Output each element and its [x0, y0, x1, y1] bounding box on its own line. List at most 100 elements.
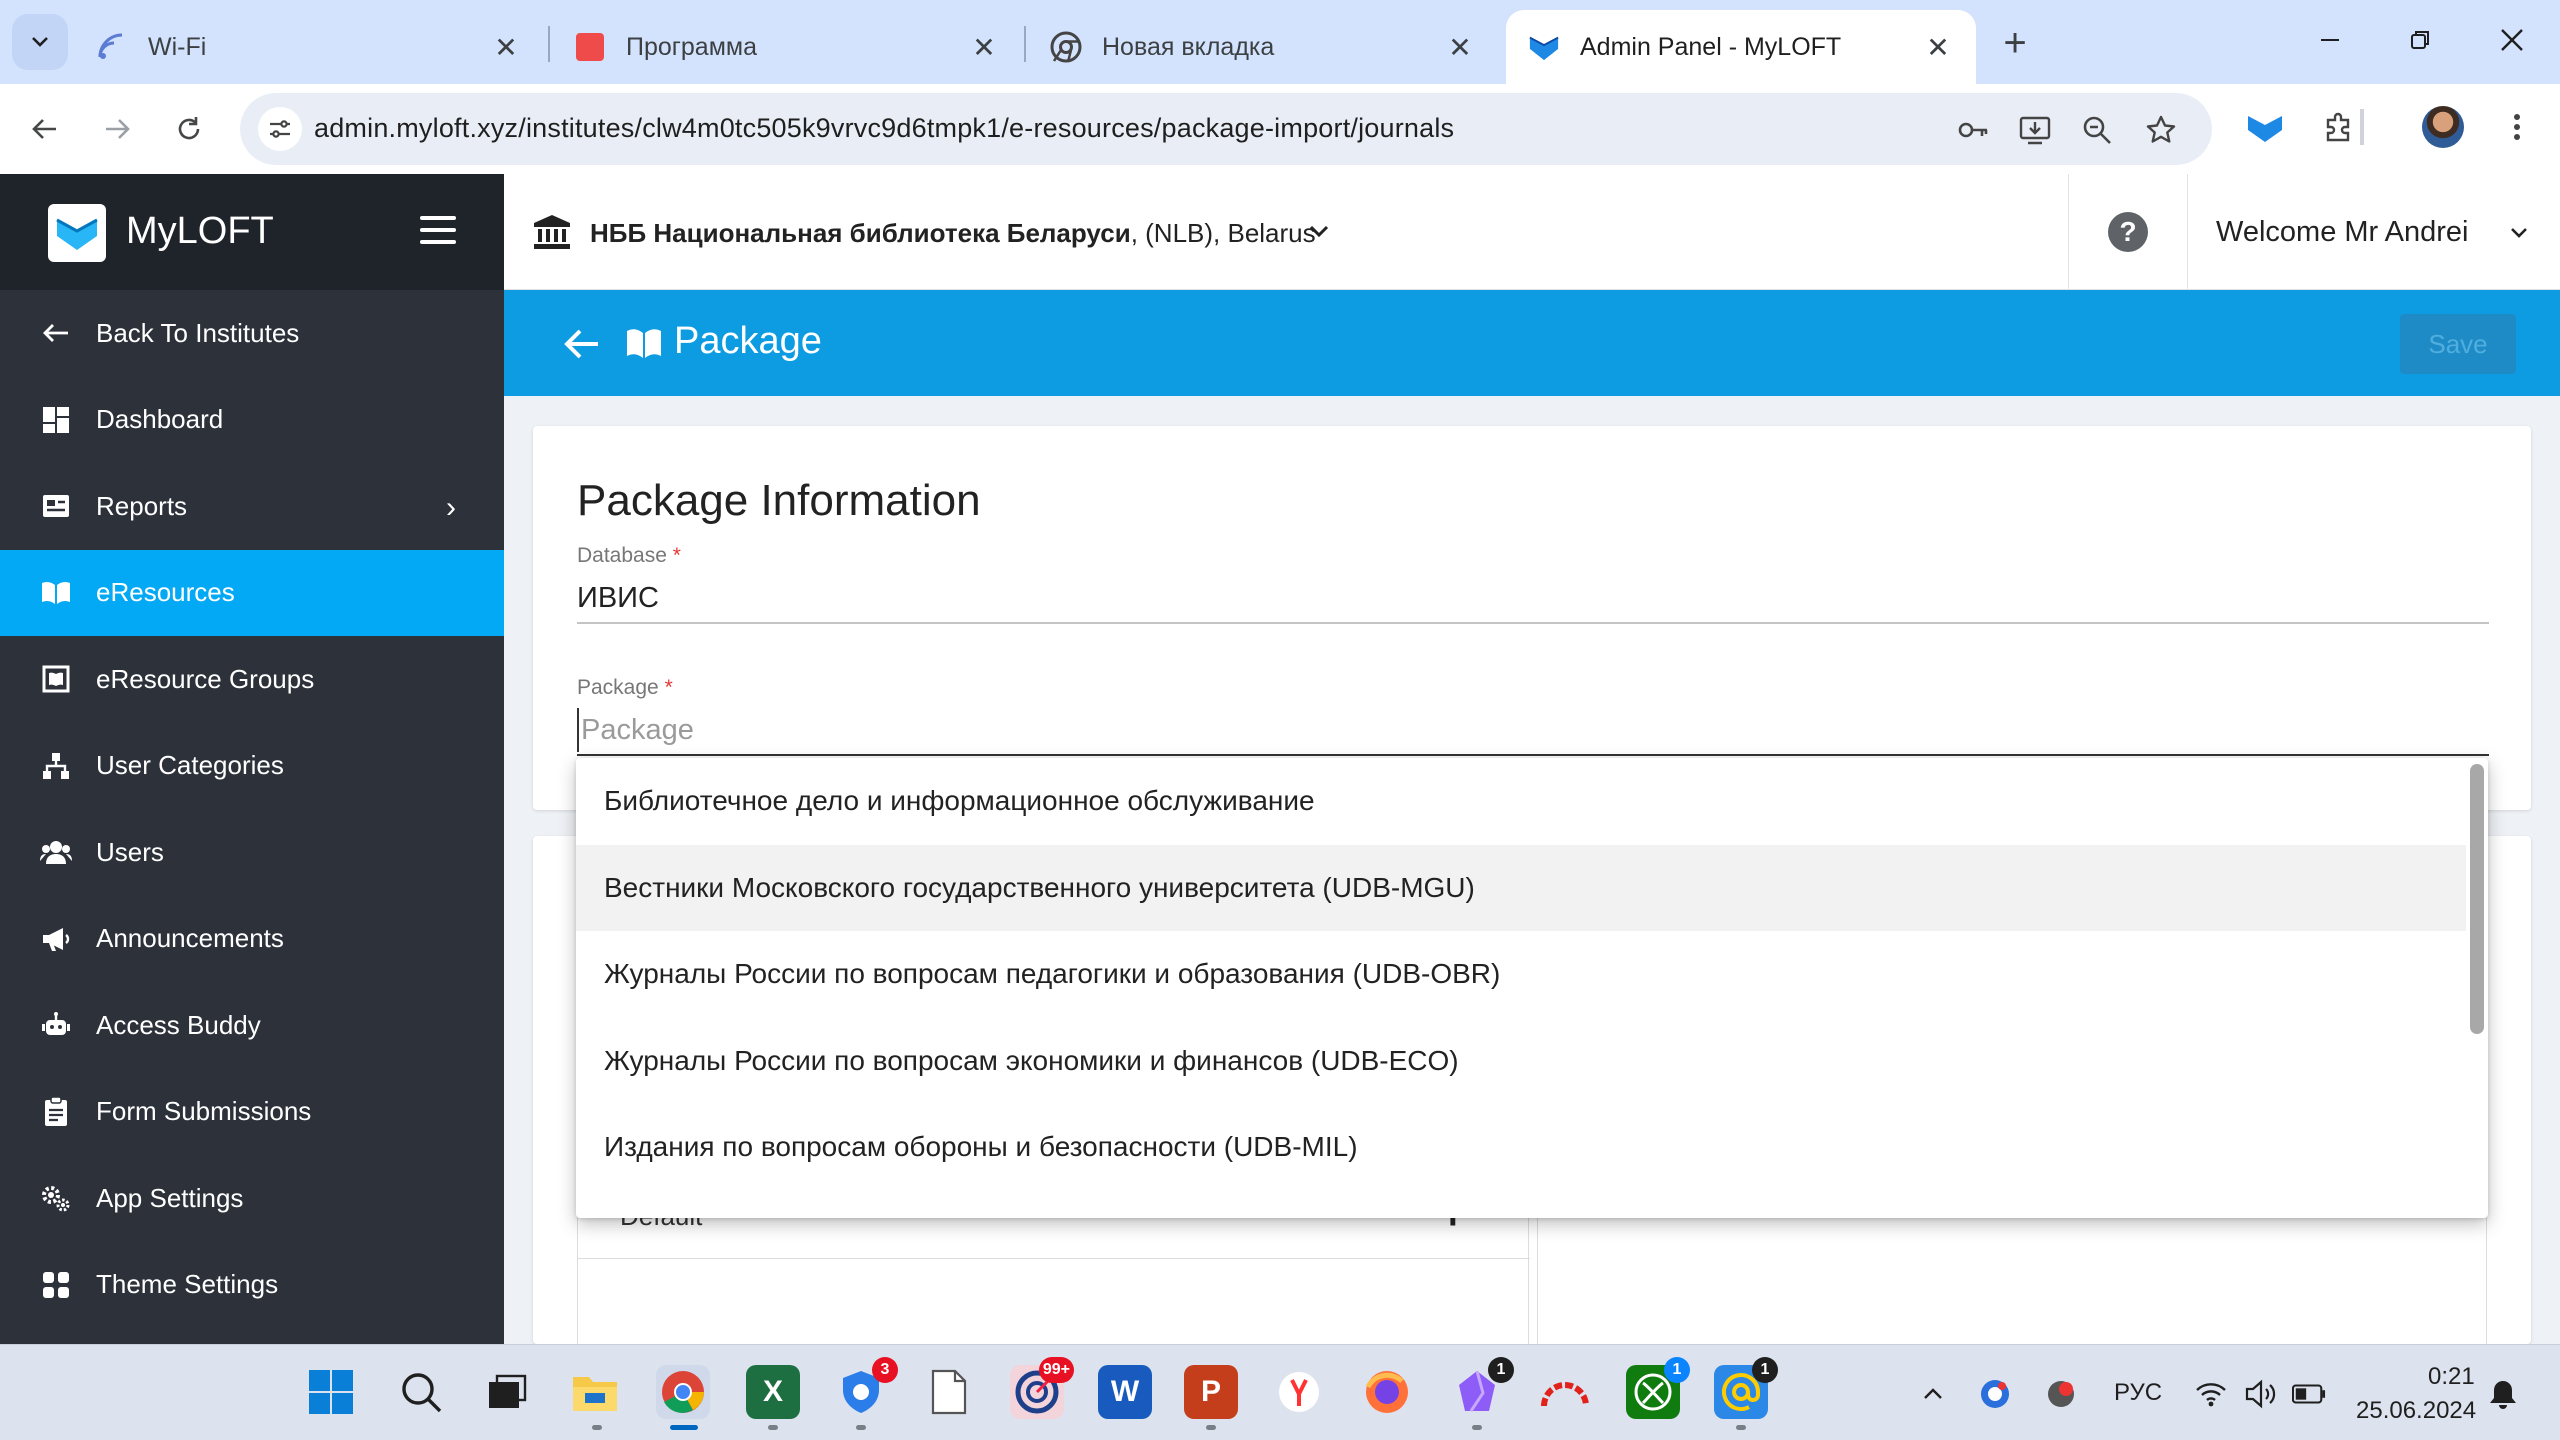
reload-button[interactable] — [164, 104, 214, 154]
package-input[interactable] — [577, 708, 2477, 752]
wifi-icon — [96, 31, 128, 63]
kebab-menu-icon[interactable] — [2494, 104, 2540, 150]
dropdown-option[interactable]: Вестники Московского государственного ун… — [576, 844, 2466, 931]
sidebar-item-dashboard[interactable]: Dashboard — [0, 377, 504, 464]
sidebar-item-label: eResources — [96, 577, 235, 608]
clock-time[interactable]: 0:21 — [2428, 1363, 2475, 1391]
language-indicator[interactable]: РУС — [2114, 1379, 2162, 1407]
search-icon[interactable] — [394, 1365, 448, 1419]
sidebar-item-label: Theme Settings — [96, 1269, 279, 1300]
tab-programma[interactable]: Программа ✕ — [552, 10, 1022, 84]
profile-avatar[interactable] — [2422, 106, 2464, 148]
sidebar-item-access-buddy[interactable]: Access Buddy — [0, 982, 504, 1069]
tray-app-icon[interactable] — [1978, 1377, 2012, 1411]
key-icon[interactable] — [1954, 111, 1992, 149]
notification-bell-icon[interactable] — [2486, 1377, 2520, 1411]
page-title: Package — [674, 320, 822, 362]
zoom-icon[interactable] — [2078, 111, 2116, 149]
page-header: Package Save — [504, 290, 2560, 396]
close-icon[interactable]: ✕ — [968, 31, 1000, 63]
extensions-puzzle-icon[interactable] — [2316, 104, 2362, 150]
myloft-extension-icon[interactable] — [2242, 104, 2288, 150]
close-icon[interactable]: ✕ — [1444, 31, 1476, 63]
close-icon[interactable]: ✕ — [1922, 31, 1954, 63]
battery-icon[interactable] — [2292, 1377, 2326, 1411]
close-window-button[interactable] — [2482, 12, 2542, 68]
save-button[interactable]: Save — [2400, 314, 2516, 374]
sidebar-item-app-settings[interactable]: App Settings — [0, 1155, 504, 1242]
windows-start-icon[interactable] — [304, 1365, 358, 1419]
word-icon[interactable]: W — [1098, 1365, 1152, 1419]
chrome-taskbar-icon[interactable] — [656, 1365, 710, 1419]
dropdown-option[interactable]: Журналы России по вопросам экономики и ф… — [576, 1018, 2466, 1105]
running-indicator — [768, 1425, 778, 1430]
site-info-icon[interactable] — [258, 107, 302, 151]
sidebar-item-theme-settings[interactable]: Theme Settings — [0, 1242, 504, 1329]
bookmark-star-icon[interactable] — [2142, 111, 2180, 149]
sidebar-item-back-to-institutes[interactable]: Back To Institutes — [0, 290, 504, 377]
volume-icon[interactable] — [2244, 1377, 2278, 1411]
powerpoint-icon[interactable]: P — [1184, 1365, 1238, 1419]
hamburger-menu-icon[interactable] — [418, 210, 458, 250]
excel-icon[interactable]: X — [746, 1365, 800, 1419]
install-app-icon[interactable] — [2016, 111, 2054, 149]
document-icon[interactable] — [922, 1365, 976, 1419]
section-title: Package Information — [577, 476, 981, 525]
address-bar[interactable]: admin.myloft.xyz/institutes/clw4m0tc505k… — [240, 93, 2212, 165]
arrow-left-icon — [40, 317, 72, 349]
institution-icon[interactable] — [532, 214, 572, 250]
sidebar-item-eresource-groups[interactable]: eResource Groups — [0, 636, 504, 723]
toolbar-divider — [2360, 109, 2364, 145]
dropdown-scrollbar[interactable] — [2470, 764, 2484, 1034]
firefox-icon[interactable] — [1360, 1365, 1414, 1419]
task-view-icon[interactable] — [480, 1365, 534, 1419]
book-open-icon — [627, 329, 661, 358]
dropdown-option[interactable]: Издания по вопросам обороны и безопаснос… — [576, 1104, 2466, 1191]
security-app-icon[interactable]: 3 — [834, 1357, 898, 1419]
mail-icon[interactable]: 1 — [1714, 1357, 1778, 1419]
institute-selector[interactable]: НББ Национальная библиотека Беларуси, (N… — [590, 218, 1316, 249]
xbox-icon[interactable]: 1 — [1626, 1357, 1690, 1419]
robot-icon — [40, 1009, 72, 1041]
minimize-button[interactable] — [2300, 12, 2360, 68]
user-menu[interactable]: Welcome Mr Andrei — [2216, 216, 2469, 249]
wifi-icon[interactable] — [2194, 1377, 2228, 1411]
yandex-browser-icon[interactable] — [1272, 1365, 1326, 1419]
sidebar-item-users[interactable]: Users — [0, 809, 504, 896]
sidebar-item-announcements[interactable]: Announcements — [0, 896, 504, 983]
sidebar-item-user-categories[interactable]: User Categories — [0, 723, 504, 810]
app-target-icon[interactable]: 99+ — [1010, 1357, 1074, 1419]
close-icon[interactable]: ✕ — [490, 31, 522, 63]
clock-date[interactable]: 25.06.2024 — [2356, 1397, 2476, 1425]
file-explorer-icon[interactable] — [568, 1365, 622, 1419]
running-indicator — [856, 1425, 866, 1430]
running-indicator — [592, 1425, 602, 1430]
notification-badge: 1 — [1664, 1357, 1690, 1383]
anydesk-icon[interactable] — [1538, 1365, 1592, 1419]
tab-search-button[interactable] — [12, 14, 68, 70]
restore-icon — [2411, 31, 2429, 49]
back-button[interactable] — [20, 104, 70, 154]
tray-app2-icon[interactable] — [2044, 1377, 2078, 1411]
restore-button[interactable] — [2390, 12, 2450, 68]
tab-new-tab[interactable]: Новая вкладка ✕ — [1028, 10, 1498, 84]
help-button[interactable]: ? — [2068, 174, 2188, 290]
chevron-up-icon[interactable] — [1916, 1377, 1950, 1411]
chevron-down-icon[interactable] — [1304, 216, 1334, 246]
book-open-icon — [40, 577, 72, 609]
arrow-left-icon[interactable] — [562, 326, 602, 362]
minimize-icon — [2321, 39, 2339, 41]
tab-wifi[interactable]: Wi-Fi ✕ — [74, 10, 544, 84]
database-field[interactable]: ИВИС — [577, 582, 659, 615]
tab-admin-panel[interactable]: Admin Panel - MyLOFT ✕ — [1506, 10, 1976, 84]
obsidian-icon[interactable]: 1 — [1450, 1357, 1514, 1419]
forward-button[interactable] — [92, 104, 142, 154]
sidebar-item-eresources[interactable]: eResources — [0, 549, 504, 636]
sidebar-item-reports[interactable]: Reports › — [0, 463, 504, 550]
sidebar-item-form-submissions[interactable]: Form Submissions — [0, 1069, 504, 1156]
dropdown-option[interactable]: Журналы России по вопросам педагогики и … — [576, 931, 2466, 1018]
new-tab-button[interactable]: + — [1990, 18, 2040, 68]
chevron-down-icon[interactable] — [2504, 218, 2534, 248]
dropdown-option[interactable]: Библиотечное дело и информационное обслу… — [576, 758, 2466, 845]
grid-icon — [40, 1269, 72, 1301]
